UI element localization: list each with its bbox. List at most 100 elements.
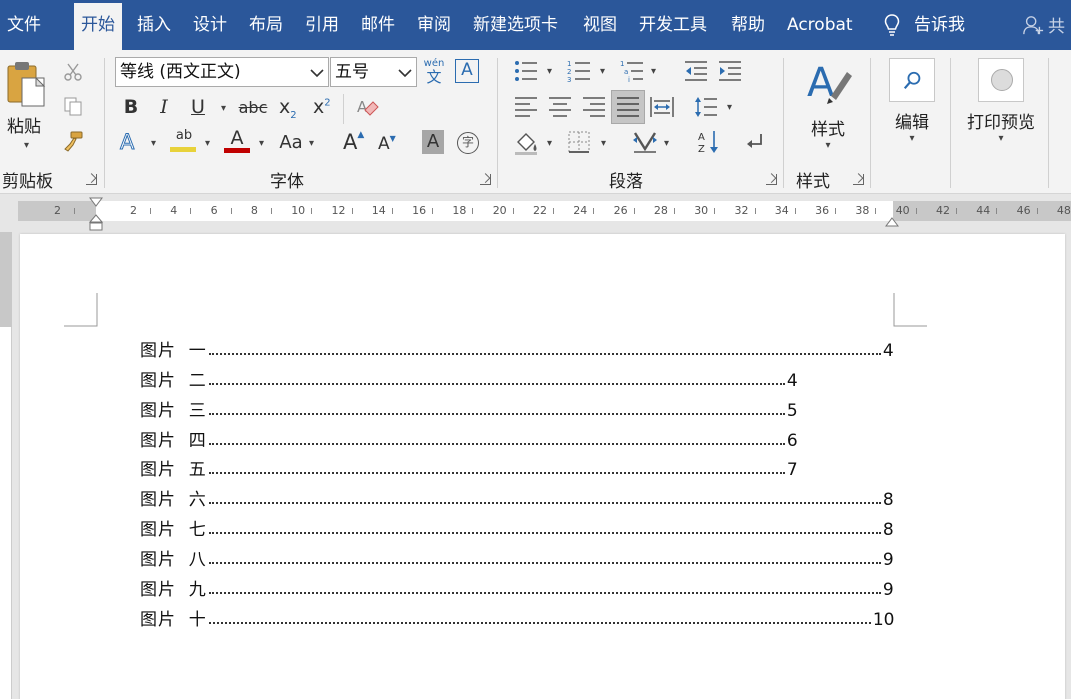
shrink-font-icon[interactable]: A▼ [378, 134, 396, 154]
chevron-down-icon[interactable]: ▾ [205, 138, 210, 149]
chinese-layout-icon[interactable] [632, 130, 658, 154]
group-label-font: 字体 [270, 172, 304, 192]
align-center-icon[interactable] [548, 95, 572, 119]
ruler-tick [150, 208, 151, 214]
right-indent-marker[interactable] [885, 217, 899, 227]
numbering-icon[interactable]: 1 2 3 [567, 59, 591, 83]
tab-acrobat[interactable]: Acrobat [780, 0, 860, 50]
change-case-icon[interactable]: Aa [276, 130, 306, 154]
horizontal-ruler[interactable]: 2 2 4 6 8 10 12 14 16 18 20 22 24 26 28 30 32 34 36 38 40 42 4… [18, 201, 1071, 221]
tab-review[interactable]: 审阅 [410, 0, 458, 50]
toc-entry-page-number: 9 [882, 580, 894, 601]
toc-dot-leader [208, 382, 785, 385]
chevron-down-icon[interactable]: ▾ [309, 138, 314, 149]
chevron-down-icon[interactable]: ▾ [727, 102, 732, 113]
toc-entry[interactable]: 图片 六 8 [140, 480, 900, 510]
editing-button[interactable]: 编辑 ▾ [884, 58, 940, 144]
align-right-icon[interactable] [582, 95, 606, 119]
toc-entry[interactable]: 图片 十 10 [140, 600, 900, 630]
increase-indent-icon[interactable] [718, 59, 742, 83]
borders-icon[interactable] [567, 130, 591, 154]
chevron-down-icon[interactable]: ▾ [151, 138, 156, 149]
phonetic-guide-button[interactable]: wén 文 [423, 58, 445, 88]
decrease-indent-icon[interactable] [684, 59, 708, 83]
show-marks-icon[interactable] [743, 130, 767, 154]
sort-icon[interactable]: A Z [697, 129, 721, 155]
format-painter-icon[interactable] [62, 130, 84, 152]
clipboard-dialog-launcher[interactable] [86, 174, 97, 185]
vertical-ruler[interactable] [0, 232, 12, 699]
tab-new-tab[interactable]: 新建选项卡 [466, 0, 565, 50]
chevron-down-icon[interactable]: ▾ [664, 138, 669, 149]
shading-icon[interactable] [513, 130, 539, 156]
character-border-icon[interactable]: A [455, 59, 479, 83]
share-button[interactable]: 共 [1022, 12, 1071, 38]
multilevel-list-icon[interactable]: 1 a i [620, 59, 644, 83]
tab-layout[interactable]: 布局 [242, 0, 290, 50]
print-preview-icon [978, 58, 1024, 102]
bullets-icon[interactable] [514, 59, 538, 83]
chevron-down-icon[interactable]: ▾ [651, 66, 656, 77]
vertical-ruler-margin [0, 232, 12, 327]
tab-insert[interactable]: 插入 [130, 0, 178, 50]
line-spacing-icon[interactable] [694, 95, 718, 119]
group-separator [343, 94, 344, 124]
underline-icon[interactable]: U [187, 95, 209, 119]
copy-icon[interactable] [63, 96, 83, 116]
tell-me-box[interactable]: 告诉我 [884, 0, 965, 50]
paste-button[interactable]: 粘贴 ▾ [4, 60, 50, 160]
toc-entry[interactable]: 图片 五 7 [140, 451, 900, 480]
distributed-icon[interactable] [650, 95, 674, 119]
tab-view[interactable]: 视图 [576, 0, 624, 50]
clear-formatting-icon[interactable]: A [355, 96, 379, 120]
tab-file[interactable]: 文件 [0, 0, 48, 50]
chevron-down-icon[interactable]: ▾ [547, 138, 552, 149]
strikethrough-icon[interactable]: abc [239, 95, 268, 119]
align-left-icon[interactable] [514, 95, 538, 119]
character-shading-icon[interactable]: A [422, 130, 444, 154]
toc-entry[interactable]: 图片 二 4 [140, 361, 900, 391]
tab-mailings[interactable]: 邮件 [354, 0, 402, 50]
toc-entry[interactable]: 图片 四 6 [140, 421, 900, 451]
tab-design[interactable]: 设计 [186, 0, 234, 50]
print-preview-button[interactable]: 打印预览 ▾ [962, 58, 1040, 144]
font-dialog-launcher[interactable] [480, 174, 491, 185]
font-size-select[interactable]: 五号 [330, 57, 417, 87]
tab-home[interactable]: 开始 [74, 3, 122, 50]
toc-entry[interactable]: 图片 三 5 [140, 391, 900, 421]
justify-button[interactable] [611, 90, 645, 124]
superscript-icon[interactable]: x2 [313, 96, 331, 118]
font-color-button[interactable]: A [224, 128, 250, 154]
chevron-down-icon[interactable]: ▾ [259, 138, 264, 149]
italic-icon[interactable]: I [153, 95, 175, 119]
chevron-down-icon[interactable]: ▾ [601, 138, 606, 149]
first-line-indent-marker[interactable] [89, 197, 103, 207]
document-page[interactable]: 图片 一 4 图片 二 4 图片 三 5 图片 四 6 图片 五 7 图片 六 8 图片 七 8 图片 八 9… [20, 234, 1065, 699]
grow-font-icon[interactable]: A▲ [343, 130, 364, 154]
bold-icon[interactable]: B [120, 95, 142, 119]
highlight-color-button[interactable]: ab [170, 128, 198, 154]
styles-button[interactable]: A 样式 ▾ [800, 58, 856, 151]
ruler-tick [270, 208, 272, 214]
hanging-indent-marker[interactable] [89, 214, 103, 232]
toc-entry[interactable]: 图片 九 9 [140, 570, 900, 600]
chevron-down-icon[interactable]: ▾ [600, 66, 605, 77]
cut-icon[interactable] [63, 62, 83, 82]
font-name-select[interactable]: 等线 (西文正文) [115, 57, 329, 87]
enclose-characters-icon[interactable]: 字 [457, 132, 479, 154]
styles-dialog-launcher[interactable] [853, 174, 864, 185]
share-label: 共 [1048, 17, 1065, 37]
chevron-down-icon[interactable]: ▾ [221, 103, 226, 114]
tab-developer[interactable]: 开发工具 [632, 0, 714, 50]
tab-references[interactable]: 引用 [298, 0, 346, 50]
chevron-down-icon[interactable]: ▾ [547, 66, 552, 77]
toc-entry[interactable]: 图片 一 4 [140, 331, 900, 361]
text-effects-icon[interactable]: A [119, 130, 134, 155]
toc-entry[interactable]: 图片 七 8 [140, 510, 900, 540]
subscript-icon[interactable]: x2 [279, 96, 297, 121]
paragraph-dialog-launcher[interactable] [766, 174, 777, 185]
search-icon [889, 58, 935, 102]
editing-button-label: 编辑 [895, 113, 929, 133]
toc-entry[interactable]: 图片 八 9 [140, 540, 900, 570]
tab-help[interactable]: 帮助 [724, 0, 772, 50]
